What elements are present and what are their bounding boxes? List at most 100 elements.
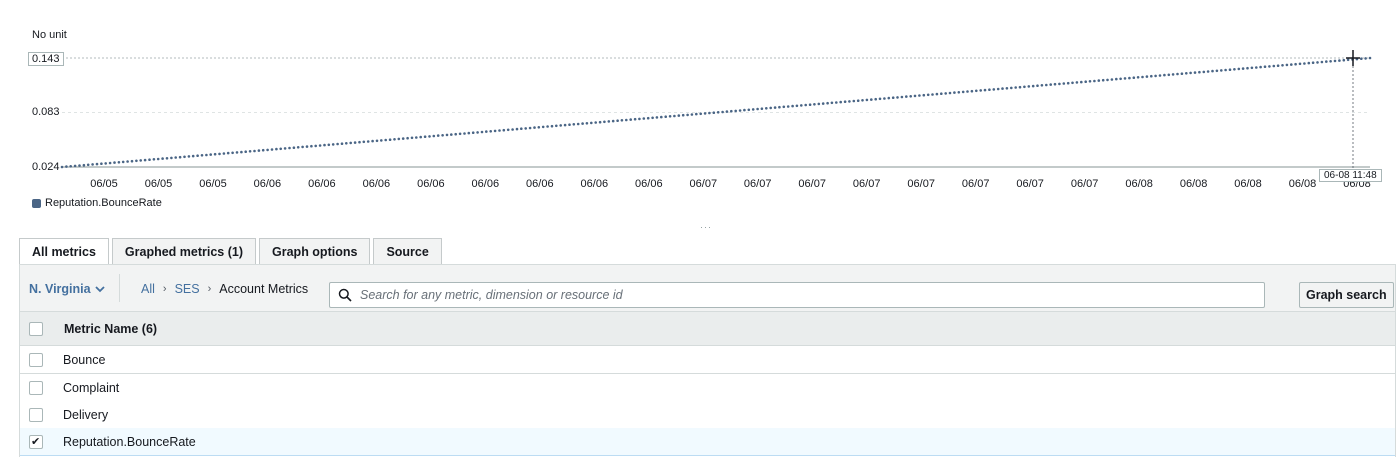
data-point bbox=[362, 140, 366, 144]
x-tick-label: 06/06 bbox=[580, 178, 609, 190]
tab-all-metrics[interactable]: All metrics bbox=[19, 238, 109, 267]
data-point bbox=[541, 125, 545, 129]
data-point bbox=[1167, 73, 1171, 77]
data-point bbox=[288, 146, 291, 150]
table-row[interactable]: Bounce bbox=[20, 346, 1395, 374]
data-point bbox=[104, 162, 107, 165]
data-point bbox=[918, 94, 921, 97]
table-row-selected[interactable]: ✔ Reputation.BounceRate bbox=[20, 428, 1395, 456]
data-point bbox=[905, 95, 908, 98]
tab-graph-options[interactable]: Graph options bbox=[259, 238, 371, 265]
data-point bbox=[865, 98, 869, 102]
column-header-metric-name[interactable]: Metric Name (6) bbox=[64, 322, 157, 336]
data-point bbox=[533, 126, 536, 129]
data-point bbox=[655, 116, 659, 119]
data-point bbox=[983, 88, 987, 92]
data-point bbox=[231, 151, 234, 155]
data-point bbox=[1014, 86, 1017, 89]
data-point bbox=[1084, 80, 1087, 83]
resize-handle-icon[interactable]: ··· bbox=[700, 222, 712, 232]
data-point bbox=[546, 125, 549, 128]
data-point bbox=[1141, 75, 1144, 79]
data-point bbox=[161, 157, 164, 160]
data-point bbox=[266, 148, 269, 152]
data-point bbox=[996, 87, 1000, 91]
data-point bbox=[1176, 72, 1179, 76]
data-point bbox=[1075, 81, 1079, 84]
data-point bbox=[130, 159, 134, 163]
data-point bbox=[305, 145, 309, 148]
graph-search-button[interactable]: Graph search bbox=[1299, 282, 1394, 308]
y-tick-label: 0.143 bbox=[28, 52, 64, 66]
data-point bbox=[524, 127, 527, 130]
breadcrumb-ses[interactable]: SES bbox=[175, 282, 200, 296]
legend-swatch bbox=[32, 198, 41, 208]
data-point bbox=[1010, 86, 1013, 90]
data-point bbox=[760, 107, 764, 110]
data-point bbox=[1198, 70, 1201, 74]
data-point bbox=[948, 91, 952, 95]
data-point bbox=[734, 109, 737, 113]
data-point bbox=[1106, 78, 1109, 82]
data-point bbox=[585, 122, 589, 125]
data-point bbox=[100, 162, 103, 165]
data-point bbox=[550, 124, 554, 128]
metric-search-box[interactable] bbox=[329, 282, 1265, 308]
data-point bbox=[1128, 76, 1131, 80]
data-point bbox=[253, 149, 256, 153]
region-selector[interactable]: N. Virginia bbox=[29, 282, 105, 296]
data-point bbox=[279, 147, 283, 151]
metric-graph[interactable]: No unit 0.143 0.083 0.024 06/05 06/05 06/0… bbox=[0, 0, 1400, 215]
data-point bbox=[664, 115, 667, 118]
data-point bbox=[95, 162, 99, 166]
data-point bbox=[668, 115, 672, 118]
data-point bbox=[480, 130, 484, 134]
data-point bbox=[65, 165, 68, 168]
data-point bbox=[143, 158, 147, 162]
data-point bbox=[117, 161, 121, 164]
data-point bbox=[73, 164, 77, 168]
select-all-checkbox[interactable] bbox=[29, 322, 43, 336]
metrics-tabs: All metrics Graphed metrics (1) Graph op… bbox=[19, 238, 442, 267]
data-point bbox=[730, 109, 733, 113]
data-point bbox=[275, 147, 278, 151]
data-point bbox=[620, 119, 624, 122]
data-point bbox=[756, 107, 759, 111]
data-point bbox=[786, 105, 790, 108]
data-point bbox=[1193, 71, 1197, 74]
data-point bbox=[415, 136, 418, 139]
table-row[interactable]: Delivery bbox=[20, 401, 1395, 429]
data-point bbox=[1040, 84, 1044, 87]
data-point bbox=[900, 95, 904, 99]
data-point bbox=[205, 153, 208, 157]
tab-source[interactable]: Source bbox=[373, 238, 442, 265]
row-checkbox[interactable] bbox=[29, 381, 43, 395]
data-point bbox=[778, 105, 781, 109]
data-point bbox=[1097, 79, 1101, 82]
data-point bbox=[1250, 66, 1254, 70]
data-point bbox=[1005, 87, 1009, 90]
data-point bbox=[839, 100, 842, 104]
data-point bbox=[716, 111, 720, 114]
data-point bbox=[292, 146, 296, 149]
data-point bbox=[922, 93, 926, 97]
data-point bbox=[673, 114, 676, 118]
row-checkbox[interactable] bbox=[29, 408, 43, 422]
data-point bbox=[1158, 74, 1162, 77]
data-point bbox=[471, 131, 475, 134]
chart-legend[interactable]: Reputation.BounceRate bbox=[32, 197, 162, 209]
tab-graphed-metrics[interactable]: Graphed metrics (1) bbox=[111, 238, 257, 265]
data-point bbox=[1285, 63, 1289, 67]
data-point bbox=[813, 103, 816, 106]
data-point bbox=[699, 112, 702, 116]
data-point bbox=[467, 131, 471, 135]
data-point bbox=[1045, 83, 1048, 87]
data-point bbox=[1093, 79, 1096, 83]
data-point bbox=[1320, 60, 1324, 64]
row-checkbox[interactable] bbox=[29, 353, 43, 367]
row-checkbox-checked[interactable]: ✔ bbox=[29, 435, 43, 449]
data-point bbox=[909, 95, 912, 98]
breadcrumb-all[interactable]: All bbox=[141, 282, 155, 296]
table-row[interactable]: Complaint bbox=[20, 374, 1395, 402]
metric-search-input[interactable] bbox=[358, 287, 1242, 303]
